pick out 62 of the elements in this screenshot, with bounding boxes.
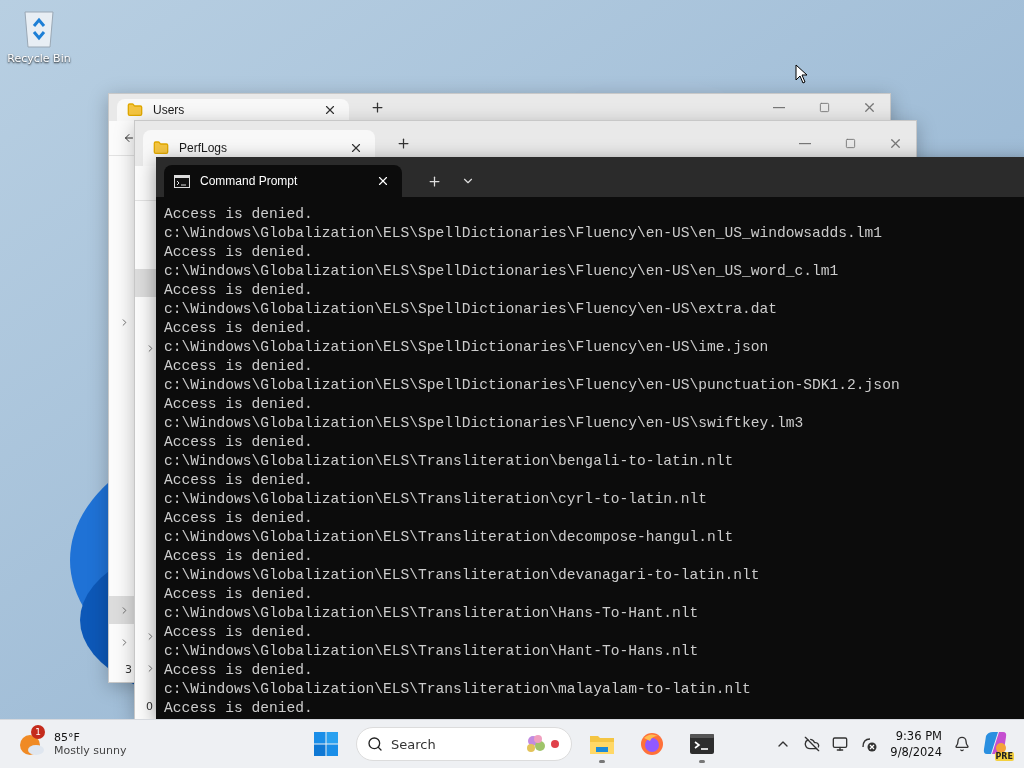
folder-icon xyxy=(589,733,615,755)
console-line: c:\Windows\Globalization\ELS\Transliteration\Hant-To-Hans.nlt xyxy=(164,642,699,661)
console-line: Access is denied. xyxy=(164,281,313,300)
minimize-icon xyxy=(773,106,785,109)
close-icon xyxy=(376,174,390,188)
console-line: c:\Windows\Globalization\ELS\Transliteration\decompose-hangul.nlt xyxy=(164,528,734,547)
windows-logo-icon xyxy=(314,732,338,756)
console-line: c:\Windows\Globalization\ELS\SpellDictionaries\Fluency\en-US\extra.dat xyxy=(164,300,778,319)
plus-icon xyxy=(369,100,385,115)
console-line: c:\Windows\Globalization\ELS\Transliteration\devanagari-to-latin.nlt xyxy=(164,566,760,585)
console-line: Access is denied. xyxy=(164,547,313,566)
console-line: Access is denied. xyxy=(164,623,313,642)
console-line: Access is denied. xyxy=(164,319,313,338)
console-line: c:\Windows\Globalization\ELS\Transliteration\bengali-to-latin.nlt xyxy=(164,452,734,471)
plus-icon xyxy=(426,173,442,189)
browser-icon xyxy=(640,732,664,756)
search-icon xyxy=(367,736,383,752)
console-line: c:\Windows\Globalization\ELS\SpellDictionaries\Fluency\en-US\swiftkey.lm3 xyxy=(164,414,804,433)
console-line: Access is denied. xyxy=(164,395,313,414)
close-icon xyxy=(349,141,363,155)
minimize-icon xyxy=(799,142,811,145)
nav-item[interactable] xyxy=(135,269,157,297)
plus-icon xyxy=(395,136,411,151)
console-line: c:\Windows\Globalization\ELS\Transliteration\malayalam-to-latin.nlt xyxy=(164,680,751,699)
cursor-icon xyxy=(795,64,809,84)
clock[interactable]: 9:36 PM 9/8/2024 xyxy=(890,728,942,760)
preview-badge: PRE xyxy=(994,752,1014,761)
back-icon[interactable] xyxy=(123,132,135,144)
weather-condition: Mostly sunny xyxy=(54,744,127,757)
notifications-icon[interactable] xyxy=(954,736,970,752)
close-icon xyxy=(323,103,337,117)
notification-badge: 1 xyxy=(31,725,45,739)
folder-icon xyxy=(127,102,143,118)
console-line: c:\Windows\Globalization\ELS\SpellDictionaries\Fluency\en-US\ime.json xyxy=(164,338,769,357)
maximize-icon xyxy=(818,102,830,113)
console-line: Access is denied. xyxy=(164,661,313,680)
explorer-tab[interactable]: Users xyxy=(117,99,349,121)
console-line: c:\Windows\Globalization\ELS\SpellDictionaries\Fluency\en-US\en_US_word_c.lm1 xyxy=(164,262,839,281)
search-field[interactable]: Search xyxy=(356,727,572,761)
console-line: Access is denied. xyxy=(164,585,313,604)
terminal-icon xyxy=(690,734,714,754)
terminal-tab[interactable]: Command Prompt xyxy=(164,165,402,197)
maximize-icon xyxy=(844,138,856,149)
temperature: 85°F xyxy=(54,731,81,744)
item-count: 3 xyxy=(125,663,132,676)
console-line: Access is denied. xyxy=(164,205,313,224)
console-line: Access is denied. xyxy=(164,471,313,490)
folder-icon xyxy=(153,140,169,156)
disconnected-icon[interactable] xyxy=(860,735,879,753)
monitor-icon[interactable] xyxy=(832,736,849,752)
console-line: c:\Windows\Globalization\ELS\Transliteration\Hans-To-Hant.nlt xyxy=(164,604,699,623)
console-line: c:\Windows\Globalization\ELS\Transliteration\cyrl-to-latin.nlt xyxy=(164,490,707,509)
console-line: c:\Windows\Globalization\ELS\SpellDictionaries\Fluency\en-US\punctuation-SDK1.2.json xyxy=(164,376,900,395)
console-icon xyxy=(174,174,190,188)
console-line: Access is denied. xyxy=(164,433,313,452)
console-line: c:\Windows\Globalization\ELS\SpellDictionaries\Fluency\en-US\en_US_windowsadds.lm1 xyxy=(164,224,883,243)
cloud-off-icon[interactable] xyxy=(804,736,821,752)
console-line: Access is denied. xyxy=(164,699,313,718)
console-line: Access is denied. xyxy=(164,243,313,262)
console-line: Access is denied. xyxy=(164,509,313,528)
console-line: Access is denied. xyxy=(164,357,313,376)
item-count: 0 xyxy=(146,700,153,713)
